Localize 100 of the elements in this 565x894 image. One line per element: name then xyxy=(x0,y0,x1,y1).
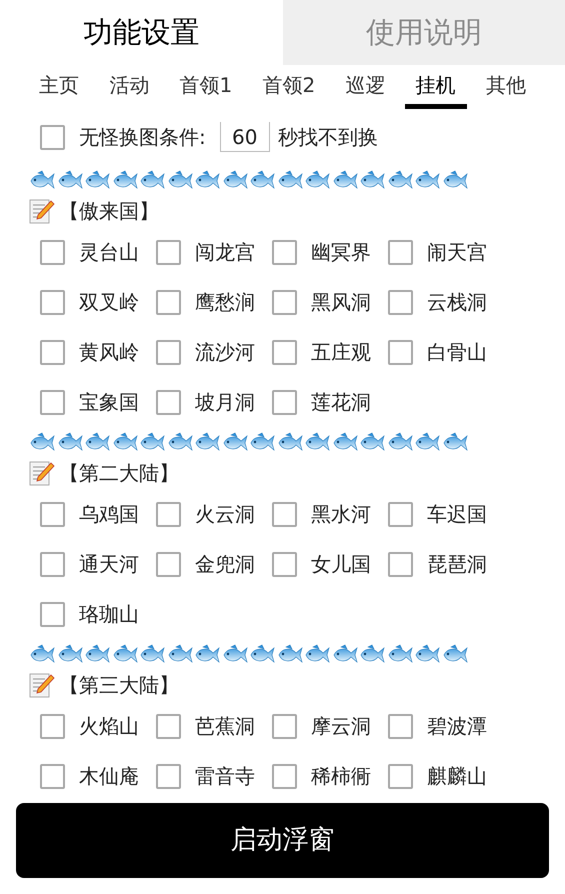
checkbox[interactable] xyxy=(388,552,413,576)
option-label: 黑水河 xyxy=(311,501,371,528)
fish-icon xyxy=(442,432,468,452)
fish-icon xyxy=(166,170,192,190)
option-label: 稀柿衕 xyxy=(311,763,371,790)
checkbox[interactable] xyxy=(40,124,65,150)
tab[interactable]: 其他 xyxy=(474,65,537,109)
option-label: 幽冥界 xyxy=(311,239,371,266)
fish-icon xyxy=(304,644,330,664)
checkbox[interactable] xyxy=(40,502,65,526)
fish-icon xyxy=(359,170,385,190)
option-label: 白骨山 xyxy=(427,339,487,366)
option-label: 云栈洞 xyxy=(427,289,487,316)
checkbox[interactable] xyxy=(388,714,413,738)
option-label: 金兜洞 xyxy=(195,551,255,578)
checkbox[interactable] xyxy=(40,390,65,414)
option-label: 车迟国 xyxy=(427,501,487,528)
checkbox[interactable] xyxy=(40,714,65,738)
checkbox[interactable] xyxy=(272,502,297,526)
checkbox[interactable] xyxy=(272,240,297,264)
checkbox[interactable] xyxy=(156,340,181,364)
tab[interactable]: 首领2 xyxy=(251,65,326,109)
fish-icon xyxy=(359,432,385,452)
option-label: 莲花洞 xyxy=(311,389,371,416)
fish-icon xyxy=(276,644,302,664)
tab[interactable]: 巡逻 xyxy=(334,65,396,109)
tab[interactable]: 主页 xyxy=(28,65,90,109)
fish-icon xyxy=(276,170,302,190)
fish-icon xyxy=(276,432,302,452)
fish-icon xyxy=(332,432,358,452)
memo-icon xyxy=(29,460,55,486)
checkbox[interactable] xyxy=(156,764,181,788)
option-label: 摩云洞 xyxy=(311,713,371,740)
option-label: 女儿国 xyxy=(311,551,371,578)
checkbox[interactable] xyxy=(156,552,181,576)
checkbox[interactable] xyxy=(388,340,413,364)
start-button[interactable]: 启动浮窗 xyxy=(16,803,549,878)
checkbox[interactable] xyxy=(272,714,297,738)
option-label: 五庄观 xyxy=(311,339,371,366)
option-label: 火云洞 xyxy=(195,501,255,528)
fish-icon xyxy=(249,170,275,190)
fish-icon xyxy=(442,644,468,664)
option-label: 闯龙宫 xyxy=(195,239,255,266)
option-label: 闹天宫 xyxy=(427,239,487,266)
checkbox[interactable] xyxy=(40,602,65,626)
fish-icon xyxy=(332,644,358,664)
option-label: 无怪换图条件: xyxy=(79,124,206,151)
fish-icon xyxy=(84,170,110,190)
tab[interactable]: 首领1 xyxy=(168,65,244,109)
section-title: 【傲来国】 xyxy=(59,198,159,225)
checkbox[interactable] xyxy=(40,552,65,576)
fish-icon xyxy=(222,432,248,452)
checkbox[interactable] xyxy=(156,290,181,314)
checkbox[interactable] xyxy=(272,290,297,314)
checkbox[interactable] xyxy=(272,390,297,414)
fish-icon xyxy=(222,170,248,190)
fish-icon xyxy=(249,432,275,452)
fish-icon xyxy=(386,170,412,190)
fish-icon xyxy=(166,644,192,664)
tab[interactable]: 挂机 xyxy=(404,65,467,109)
fish-icon xyxy=(139,644,165,664)
option-suffix: 秒找不到换 xyxy=(278,124,378,151)
seconds-field[interactable]: 60 xyxy=(220,122,270,152)
option-label: 珞珈山 xyxy=(79,601,139,628)
fish-icon xyxy=(304,432,330,452)
checkbox[interactable] xyxy=(40,340,65,364)
memo-icon xyxy=(29,198,55,224)
option-label: 麒麟山 xyxy=(427,763,487,790)
fish-icon xyxy=(166,432,192,452)
memo-icon xyxy=(29,672,55,698)
fish-icon xyxy=(386,644,412,664)
checkbox[interactable] xyxy=(156,240,181,264)
fish-icon xyxy=(56,432,82,452)
checkbox[interactable] xyxy=(272,340,297,364)
checkbox[interactable] xyxy=(272,764,297,788)
checkbox[interactable] xyxy=(40,240,65,264)
fish-icon xyxy=(29,170,55,190)
checkbox[interactable] xyxy=(388,290,413,314)
fish-icon xyxy=(304,170,330,190)
checkbox[interactable] xyxy=(40,290,65,314)
fish-icon xyxy=(414,170,440,190)
section-title: 【第二大陆】 xyxy=(59,460,179,487)
fish-icon xyxy=(222,644,248,664)
checkbox[interactable] xyxy=(156,502,181,526)
option-label: 黄风岭 xyxy=(79,339,139,366)
fish-icon xyxy=(194,644,220,664)
option-label: 乌鸡国 xyxy=(79,501,139,528)
checkbox[interactable] xyxy=(156,390,181,414)
tab[interactable]: 活动 xyxy=(98,65,160,109)
option-label: 芭蕉洞 xyxy=(195,713,255,740)
checkbox[interactable] xyxy=(40,764,65,788)
checkbox[interactable] xyxy=(156,714,181,738)
fish-icon xyxy=(139,170,165,190)
checkbox[interactable] xyxy=(272,552,297,576)
fish-icon xyxy=(194,170,220,190)
fish-icon xyxy=(56,170,82,190)
checkbox[interactable] xyxy=(388,502,413,526)
checkbox[interactable] xyxy=(388,764,413,788)
fish-icon xyxy=(414,432,440,452)
checkbox[interactable] xyxy=(388,240,413,264)
